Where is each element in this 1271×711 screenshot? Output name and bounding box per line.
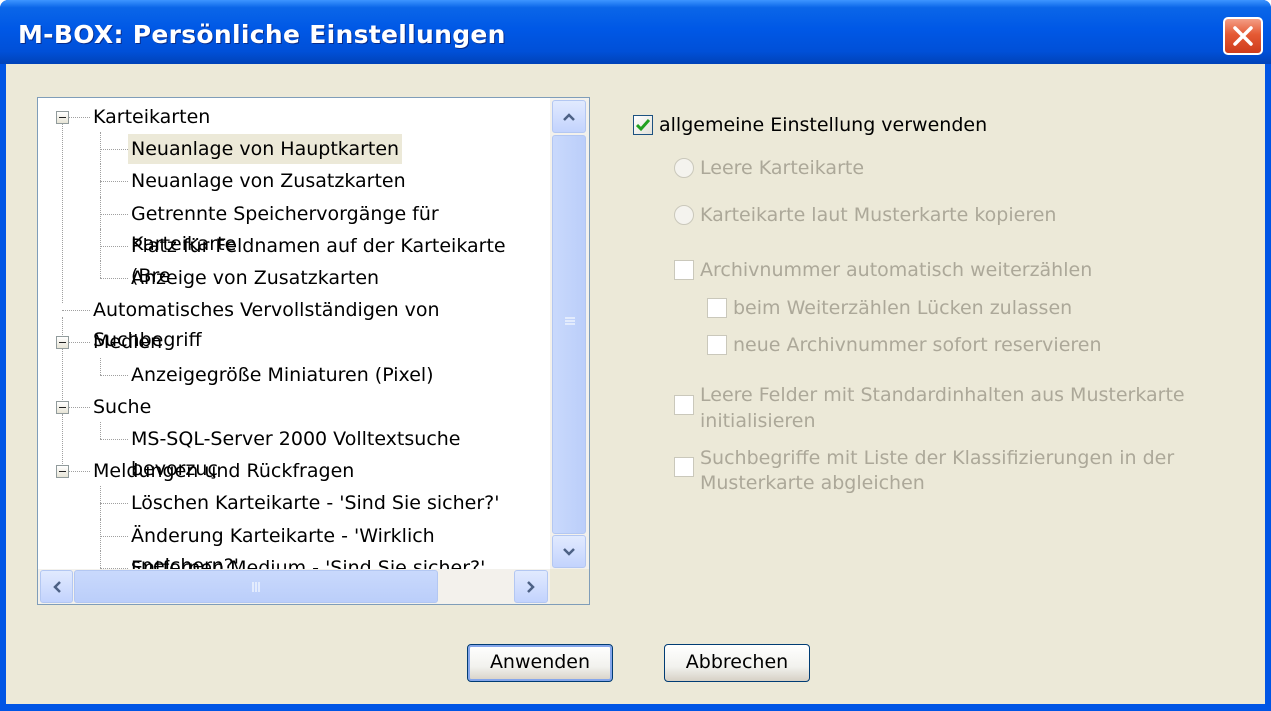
- dialog-window: M-BOX: Persönliche Einstellungen Karteik…: [0, 0, 1271, 711]
- window-title: M-BOX: Persönliche Einstellungen: [18, 20, 506, 49]
- empty-fields-label-line2: initialisieren: [700, 410, 816, 432]
- tree-item[interactable]: Neuanlage von Hauptkarten: [128, 134, 403, 165]
- tree-collapse-icon[interactable]: [56, 465, 69, 479]
- tree-connector: [69, 406, 90, 408]
- tree-collapse-icon[interactable]: [56, 111, 69, 124]
- grip-icon: [252, 582, 260, 592]
- vertical-scroll-thumb[interactable]: [552, 135, 586, 534]
- tree-item[interactable]: Löschen Karteikarte - 'Sind Sie sicher?': [128, 488, 502, 518]
- tree-connector: [100, 503, 128, 505]
- tree-connector: [100, 486, 101, 519]
- keywords-label-line1: Suchbegriffe mit Liste der Klassifizieru…: [700, 447, 1175, 469]
- tree-connector: [100, 357, 101, 375]
- general-settings-checkbox[interactable]: [633, 115, 653, 135]
- scroll-left-button[interactable]: [40, 570, 73, 603]
- tree-connector: [100, 149, 128, 151]
- cancel-button[interactable]: Abbrechen: [664, 644, 810, 682]
- chevron-left-icon: [52, 580, 61, 593]
- archive-auto-label: Archivnummer automatisch weiterzählen: [700, 259, 1093, 281]
- tree-connector: [100, 213, 128, 215]
- tree-item[interactable]: Anzeige von Zusatzkarten: [128, 263, 382, 293]
- scroll-right-button[interactable]: [514, 570, 548, 603]
- copy-template-radio: [674, 205, 694, 225]
- dialog-client-area: Karteikarten Neuanlage von Hauptkarten Neu…: [6, 64, 1265, 704]
- tree-connector: [100, 196, 101, 229]
- scroll-up-button[interactable]: [552, 100, 586, 133]
- chevron-up-icon: [563, 112, 575, 121]
- tree-connector: [62, 310, 90, 312]
- tree-connector: [100, 278, 128, 279]
- tree-collapse-icon[interactable]: [56, 400, 69, 414]
- tree-connector: [100, 550, 101, 568]
- tree-connector: [69, 342, 90, 344]
- reserve-number-label: neue Archivnummer sofort reservieren: [733, 334, 1102, 356]
- keywords-checkbox: [674, 457, 694, 477]
- allow-gaps-checkbox: [707, 298, 727, 318]
- general-settings-label[interactable]: allgemeine Einstellung verwenden: [659, 113, 987, 137]
- checkmark-icon: [636, 119, 650, 132]
- tree-item[interactable]: Neuanlage von Zusatzkarten: [128, 166, 409, 196]
- tree-connector: [100, 261, 101, 279]
- grip-icon: [565, 317, 575, 325]
- allow-gaps-label: beim Weiterzählen Lücken zulassen: [733, 297, 1073, 319]
- tree-connector: [69, 471, 90, 473]
- apply-button[interactable]: Anwenden: [467, 644, 613, 682]
- tree-connector: [100, 228, 101, 261]
- chevron-down-icon: [563, 547, 575, 556]
- horizontal-scrollbar[interactable]: [38, 569, 550, 604]
- scrollbar-corner: [550, 569, 589, 604]
- horizontal-scroll-thumb[interactable]: [74, 570, 438, 603]
- tree-connector: [100, 181, 128, 183]
- tree-connector: [62, 413, 63, 465]
- empty-card-label: Leere Karteikarte: [700, 157, 865, 179]
- tree-collapse-icon[interactable]: [56, 336, 69, 350]
- tree-connector: [62, 124, 63, 304]
- tree-connector: [100, 422, 101, 440]
- close-button[interactable]: [1223, 17, 1263, 55]
- scroll-down-button[interactable]: [552, 535, 586, 568]
- tree-connector: [100, 132, 101, 165]
- tree-item-group[interactable]: Suche: [90, 392, 154, 422]
- reserve-number-checkbox: [707, 335, 727, 355]
- tree-connector: [69, 117, 90, 118]
- tree-connector: [100, 439, 128, 440]
- empty-fields-label-line1: Leere Felder mit Standardinhalten aus Mu…: [700, 384, 1185, 406]
- tree-connector: [100, 518, 101, 551]
- chevron-right-icon: [527, 580, 535, 593]
- tree-connector: [62, 317, 63, 336]
- tree-item[interactable]: Anzeigegröße Miniaturen (Pixel): [128, 360, 437, 390]
- tree-items-viewport: Karteikarten Neuanlage von Hauptkarten Neu…: [38, 98, 550, 569]
- empty-card-radio: [674, 158, 694, 178]
- empty-fields-checkbox: [674, 395, 694, 415]
- settings-tree: Karteikarten Neuanlage von Hauptkarten Neu…: [37, 97, 590, 605]
- close-x-icon: [1233, 26, 1253, 46]
- tree-connector: [100, 374, 128, 376]
- tree-connector: [100, 164, 101, 197]
- keywords-label-line2: Musterkarte abgleichen: [700, 472, 925, 494]
- vertical-scrollbar[interactable]: [550, 98, 589, 569]
- tree-item-group[interactable]: Karteikarten: [90, 102, 213, 132]
- tree-connector: [100, 535, 128, 537]
- tree-item-group[interactable]: Meldungen und Rückfragen: [90, 456, 357, 486]
- tree-item[interactable]: Entfernen Medium - 'Sind Sie sicher?': [128, 553, 488, 569]
- tree-item-group[interactable]: Medien: [90, 327, 165, 357]
- tree-connector: [62, 349, 63, 400]
- tree-connector: [100, 245, 128, 247]
- copy-template-label: Karteikarte laut Musterkarte kopieren: [700, 204, 1057, 226]
- archive-auto-checkbox: [674, 260, 694, 280]
- title-bar[interactable]: M-BOX: Persönliche Einstellungen: [0, 0, 1271, 64]
